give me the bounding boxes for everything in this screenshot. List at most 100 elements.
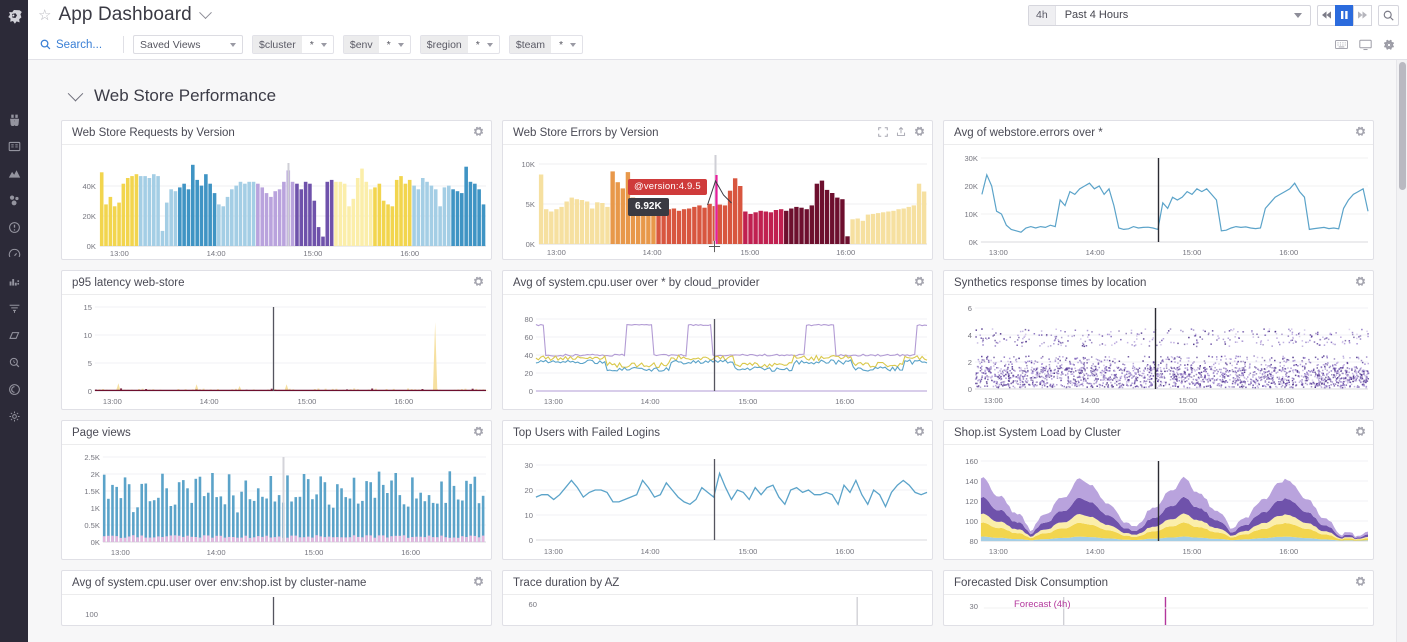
dashboard-icon: [8, 140, 21, 153]
widget-chart[interactable]: 160 140 120 100 80: [944, 445, 1373, 559]
sidebar-item-watchdog[interactable]: [0, 106, 28, 133]
gear-icon[interactable]: [473, 124, 484, 142]
widget-trace-duration-by-az[interactable]: Trace duration by AZ 60: [502, 570, 933, 626]
chevron-down-icon: [1294, 13, 1302, 18]
widget-header: Synthetics response times by location: [944, 271, 1373, 295]
widget-chart[interactable]: 100: [62, 595, 491, 625]
widget-p95-latency[interactable]: p95 latency web-store 15: [61, 270, 492, 410]
widget-chart[interactable]: 30 Forecast (4h): [944, 595, 1373, 625]
chevron-down-icon[interactable]: [199, 6, 212, 19]
sidebar-item-dashboards[interactable]: [0, 133, 28, 160]
template-variable-env[interactable]: $env *: [343, 35, 411, 54]
widget-title: Synthetics response times by location: [954, 277, 1146, 289]
widget-chart[interactable]: 15 10 5 0: [62, 295, 491, 409]
time-range-picker[interactable]: 4h Past 4 Hours: [1028, 5, 1311, 26]
widget-cpu-by-cluster-name[interactable]: Avg of system.cpu.user over env:shop.ist…: [61, 570, 492, 626]
sidebar-item-containers[interactable]: [0, 187, 28, 214]
svg-text:2.5K: 2.5K: [84, 453, 100, 462]
sidebar-item-integrations[interactable]: [0, 403, 28, 430]
gear-icon[interactable]: [914, 424, 925, 442]
sidebar-item-logs[interactable]: [0, 268, 28, 295]
sidebar-item-infrastructure[interactable]: [0, 160, 28, 187]
gear-icon[interactable]: [473, 424, 484, 442]
top-bar: ☆ App Dashboard 4h Past 4 Hours: [28, 0, 1407, 30]
step-forward-button[interactable]: [1353, 5, 1372, 26]
widget-chart[interactable]: 30 20 10 0 13:0014:00: [503, 445, 932, 559]
gear-icon[interactable]: [1355, 574, 1366, 592]
widget-header: Avg of system.cpu.user over * by cloud_p…: [503, 271, 932, 295]
widget-synthetics-response-times[interactable]: Synthetics response times by location 6: [943, 270, 1374, 410]
gear-icon[interactable]: [1355, 124, 1366, 142]
saved-views-label: Saved Views: [134, 39, 230, 51]
widget-cpu-by-cloud-provider[interactable]: Avg of system.cpu.user over * by cloud_p…: [502, 270, 933, 410]
sidebar-item-security[interactable]: [0, 376, 28, 403]
svg-text:15:00: 15:00: [297, 397, 316, 406]
svg-text:20: 20: [525, 369, 533, 378]
svg-text:4: 4: [968, 331, 972, 340]
widget-system-load-by-cluster[interactable]: Shop.ist System Load by Cluster 160: [943, 420, 1374, 560]
widget-failed-logins[interactable]: Top Users with Failed Logins 30: [502, 420, 933, 560]
keyboard-shortcuts-icon[interactable]: [1335, 39, 1348, 50]
scrollbar-thumb[interactable]: [1399, 62, 1406, 190]
svg-text:20K: 20K: [82, 212, 95, 221]
gear-icon[interactable]: [473, 274, 484, 292]
widget-web-store-requests[interactable]: Web Store Requests by Version 40K: [61, 120, 492, 260]
chevron-down-icon[interactable]: [68, 85, 84, 101]
widget-chart[interactable]: 80 60 40 20 0: [503, 295, 932, 409]
svg-text:15:00: 15:00: [304, 548, 323, 557]
chevron-down-icon: [570, 43, 576, 47]
gear-icon[interactable]: [473, 574, 484, 592]
gear-icon[interactable]: [914, 124, 925, 142]
sidebar-item-notebooks[interactable]: [0, 322, 28, 349]
svg-text:120: 120: [965, 497, 978, 506]
widget-chart[interactable]: 30K 20K 10K 0K 13:0014:00: [944, 145, 1373, 259]
widget-chart[interactable]: 60: [503, 595, 932, 625]
step-back-button[interactable]: [1317, 5, 1336, 26]
widget-chart[interactable]: 40K 20K 0K: [62, 145, 491, 259]
expand-icon[interactable]: [878, 124, 888, 142]
widget-chart[interactable]: 6 4 2 0 13:0014:00: [944, 295, 1373, 409]
datadog-bits-logo[interactable]: [2, 4, 26, 32]
widget-actions: [473, 574, 484, 592]
widget-chart[interactable]: 10K 5K 0K: [503, 145, 932, 259]
svg-text:6: 6: [968, 304, 972, 313]
svg-text:16:00: 16:00: [1279, 248, 1298, 257]
template-variable-team[interactable]: $team *: [509, 35, 583, 54]
gear-icon[interactable]: [1383, 39, 1395, 51]
dashboard-canvas[interactable]: Web Store Performance Web Store Requests…: [28, 60, 1407, 642]
tv-mode-icon[interactable]: [1359, 39, 1372, 51]
svg-text:16:00: 16:00: [836, 248, 855, 257]
widget-chart[interactable]: 2.5K 2K 1.5K 1K 0.5K 0K: [62, 445, 491, 559]
sidebar-item-apm[interactable]: [0, 214, 28, 241]
widget-web-store-errors[interactable]: Web Store Errors by Version: [502, 120, 933, 260]
share-icon[interactable]: [896, 124, 906, 142]
gear-icon[interactable]: [1355, 274, 1366, 292]
svg-text:30: 30: [525, 461, 533, 470]
svg-text:2: 2: [968, 358, 972, 367]
vertical-scrollbar[interactable]: [1396, 60, 1407, 642]
svg-text:10K: 10K: [964, 210, 977, 219]
svg-text:30K: 30K: [964, 154, 977, 163]
divider: [123, 36, 124, 53]
search-time-button[interactable]: [1378, 5, 1399, 26]
widget-avg-webstore-errors[interactable]: Avg of webstore.errors over * 30K: [943, 120, 1374, 260]
svg-text:0: 0: [968, 385, 972, 394]
star-icon[interactable]: ☆: [38, 8, 51, 23]
dashboard-title-group: ☆ App Dashboard: [38, 4, 210, 26]
gear-icon[interactable]: [914, 274, 925, 292]
metrics-icon: [8, 248, 21, 261]
svg-text:0: 0: [529, 387, 533, 396]
widget-page-views[interactable]: Page views 2.5K 2K: [61, 420, 492, 560]
gear-icon[interactable]: [1355, 424, 1366, 442]
template-variable-cluster[interactable]: $cluster *: [252, 35, 334, 54]
template-variable-region[interactable]: $region *: [420, 35, 500, 54]
sidebar-item-monitors[interactable]: [0, 295, 28, 322]
widget-group-header[interactable]: Web Store Performance: [58, 76, 1377, 120]
pause-button[interactable]: [1335, 5, 1354, 26]
sidebar-item-metrics[interactable]: [0, 241, 28, 268]
sidebar-item-synthetics[interactable]: [0, 349, 28, 376]
search-input[interactable]: Search...: [40, 39, 114, 51]
saved-views-select[interactable]: Saved Views: [133, 35, 243, 54]
widget-forecasted-disk-consumption[interactable]: Forecasted Disk Consumption 30: [943, 570, 1374, 626]
svg-text:40: 40: [525, 351, 533, 360]
